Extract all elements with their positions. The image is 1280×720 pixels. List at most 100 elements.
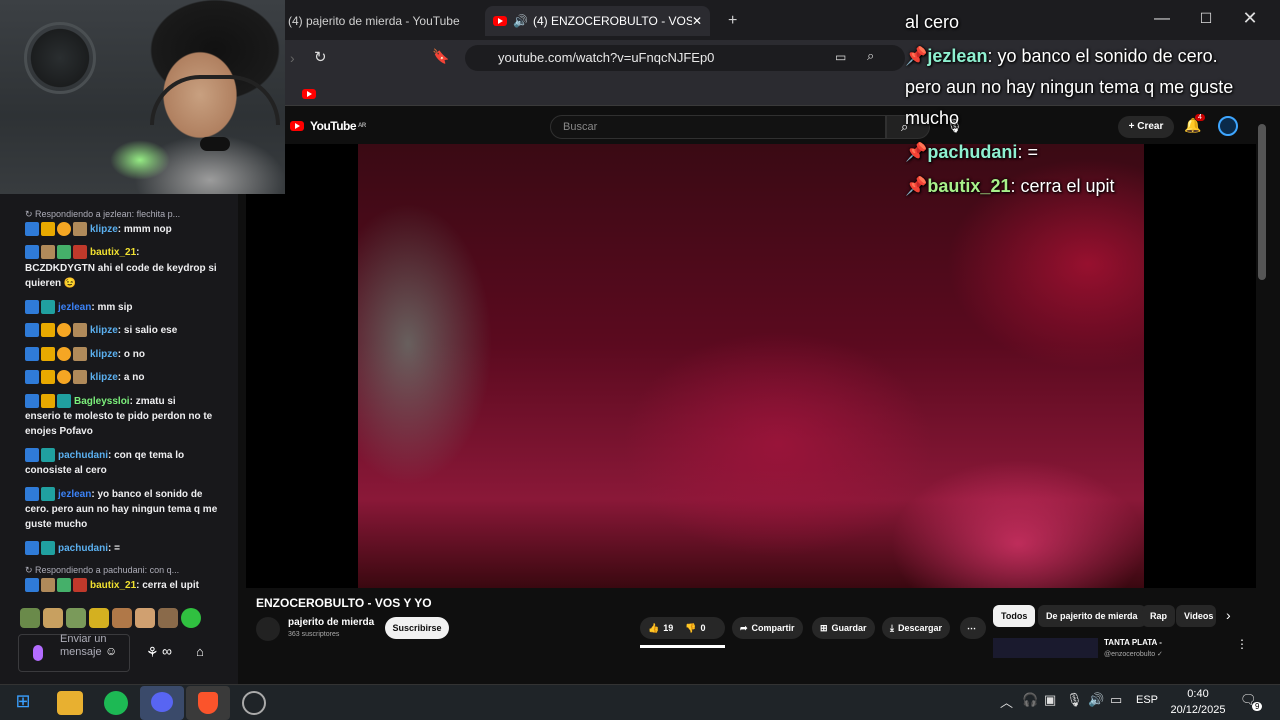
- chat-username[interactable]: pachudani: [58, 543, 108, 554]
- overlay-badge-icon: 📌: [905, 46, 928, 66]
- chat-message-cont: BCZDKDYGTN ahi el code de keydrop si qui…: [25, 263, 217, 289]
- download-label: Descargar: [897, 623, 943, 633]
- create-button[interactable]: + Crear: [1118, 116, 1174, 138]
- windows-start-icon[interactable]: ⊞: [10, 691, 36, 715]
- emote-icon[interactable]: [158, 608, 178, 628]
- dislike-count[interactable]: 0: [700, 617, 705, 639]
- download-button[interactable]: ⤓ Descargar: [882, 617, 951, 639]
- tab-enzocerobulto[interactable]: 🔊 (4) ENZOCEROBULTO - VOS Y ✕: [485, 6, 710, 36]
- dislike-icon[interactable]: 👎: [685, 617, 696, 639]
- volume-icon[interactable]: 🔊: [1088, 692, 1104, 708]
- chat-text: : o no: [117, 349, 146, 360]
- clock[interactable]: 0:40 20/12/2025: [1170, 686, 1226, 718]
- points-value: ∞: [162, 643, 172, 659]
- headphones-icon[interactable]: 🎧: [1022, 692, 1038, 708]
- emote-icon[interactable]: [89, 608, 109, 628]
- chat-username[interactable]: jezlean: [58, 489, 91, 500]
- new-tab-button[interactable]: +: [720, 6, 745, 36]
- mic-image: [200, 137, 230, 151]
- spotify-icon[interactable]: [104, 691, 128, 715]
- tray-chevron-icon[interactable]: ︿: [1000, 692, 1013, 711]
- chip-videos[interactable]: Videos: [1176, 605, 1216, 627]
- youtube-logo[interactable]: YouTube AR: [290, 119, 366, 133]
- chip-channel[interactable]: De pajerito de mierda: [1038, 605, 1146, 627]
- close-tab-icon[interactable]: ✕: [692, 14, 702, 28]
- chat-username[interactable]: bautix_21: [90, 580, 136, 591]
- chip-todos[interactable]: Todos: [993, 605, 1036, 627]
- overlay-text: : =: [1017, 142, 1038, 162]
- badges: [25, 578, 87, 593]
- youtube-bookmark-icon[interactable]: [302, 89, 316, 99]
- emote-icon[interactable]: [43, 608, 63, 628]
- subscribe-button[interactable]: Suscribirse: [385, 617, 449, 639]
- close-window-button[interactable]: ✕: [1240, 8, 1260, 30]
- emote-icon[interactable]: [135, 608, 155, 628]
- chat-username[interactable]: bautix_21: [90, 247, 136, 258]
- reload-icon[interactable]: ↻: [314, 48, 327, 66]
- fan-image: [24, 22, 96, 94]
- file-explorer-icon[interactable]: [57, 691, 83, 715]
- network-icon[interactable]: ▭: [1110, 692, 1122, 708]
- tab-pajerito[interactable]: (4) pajerito de mierda - YouTube: [280, 6, 480, 36]
- bits-icon[interactable]: [33, 645, 43, 661]
- chat-username[interactable]: klipze: [90, 325, 118, 336]
- forward-icon[interactable]: ›: [290, 50, 295, 66]
- chat-text: : a no: [117, 372, 145, 383]
- emote-icon[interactable]: [20, 608, 40, 628]
- chat-text: :: [136, 247, 140, 258]
- zoom-icon[interactable]: ⌕: [867, 48, 874, 64]
- emote-icon[interactable]: [112, 608, 132, 628]
- recommended-title[interactable]: TANTA PLATA -: [1104, 638, 1162, 647]
- language-indicator[interactable]: ESP: [1136, 694, 1158, 706]
- channel-avatar[interactable]: [256, 617, 280, 641]
- save-label: Guardar: [831, 623, 867, 633]
- maximize-button[interactable]: ☐: [1196, 10, 1216, 30]
- speaker-icon: 🔊: [513, 14, 528, 28]
- chat-username[interactable]: klipze: [90, 372, 118, 383]
- recommended-thumbnail[interactable]: [993, 638, 1098, 658]
- minimize-button[interactable]: —: [1152, 10, 1172, 30]
- scrollbar[interactable]: [1258, 124, 1266, 280]
- overlay-message: 📌pachudani: =: [905, 142, 1038, 163]
- emote-icon[interactable]: [66, 608, 86, 628]
- discord-icon[interactable]: [140, 686, 184, 720]
- chat-text: : cerra el upit: [136, 580, 199, 591]
- like-icon[interactable]: 👍: [648, 617, 659, 639]
- save-button[interactable]: ⊞ Guardar: [812, 617, 875, 639]
- chat-username[interactable]: klipze: [90, 224, 118, 235]
- search-input[interactable]: Buscar: [550, 115, 886, 139]
- avatar[interactable]: [1218, 116, 1238, 136]
- recommended-channel: @enzocerobulto ✓: [1104, 651, 1163, 658]
- chat-message: bautix_21: cerra el upit: [25, 578, 225, 593]
- tab-title: (4) ENZOCEROBULTO - VOS Y: [532, 14, 692, 28]
- channel-name[interactable]: pajerito de mierda: [288, 617, 374, 628]
- chat-username[interactable]: pachudani: [58, 450, 108, 461]
- obs-icon[interactable]: [242, 691, 266, 715]
- chat-message: klipze: a no: [25, 370, 225, 385]
- plus-icon: +: [1128, 121, 1138, 132]
- app-tray-icon[interactable]: ▣: [1044, 692, 1056, 708]
- cast-icon[interactable]: ▭: [835, 50, 846, 64]
- points-icon[interactable]: ⚘: [146, 644, 159, 661]
- chat-username[interactable]: klipze: [90, 349, 118, 360]
- emote-icon[interactable]: [181, 608, 201, 628]
- like-count[interactable]: 19: [663, 617, 673, 639]
- bookmark-icon[interactable]: 🔖: [432, 48, 449, 65]
- brave-icon[interactable]: [186, 686, 230, 720]
- chat-message: klipze: o no: [25, 347, 225, 362]
- overlay-text: al cero: [905, 12, 960, 32]
- chat-username[interactable]: Bagleyssloi: [74, 396, 130, 407]
- store-icon[interactable]: ⌂: [196, 644, 204, 659]
- more-button[interactable]: ⋯: [960, 617, 986, 639]
- subscriber-count: 363 suscriptores: [288, 631, 340, 638]
- recommended-menu-icon[interactable]: ⋮: [1236, 637, 1248, 651]
- emote-row: [20, 608, 210, 630]
- video-frame[interactable]: [358, 144, 1144, 588]
- share-label: Compartir: [751, 623, 795, 633]
- video-player[interactable]: [246, 144, 1256, 588]
- chips-next-icon[interactable]: ›: [1226, 607, 1231, 623]
- chip-rap[interactable]: Rap: [1142, 605, 1176, 627]
- mic-tray-icon[interactable]: 🎙: [1066, 692, 1083, 708]
- share-button[interactable]: ➦ Compartir: [732, 617, 803, 639]
- chat-username[interactable]: jezlean: [58, 302, 91, 313]
